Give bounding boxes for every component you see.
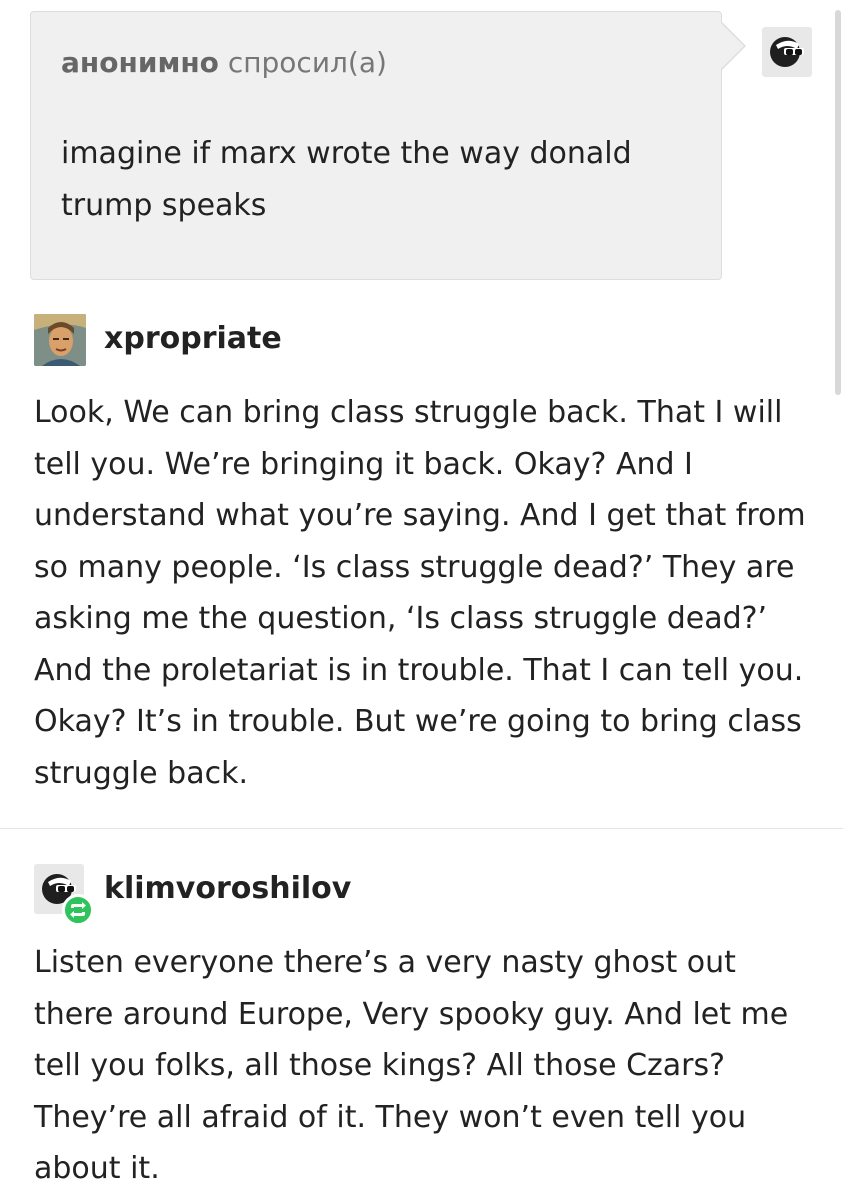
answerer-avatar[interactable] — [762, 27, 812, 77]
portrait-avatar — [34, 314, 86, 366]
post-body: Look, We can bring class struggle back. … — [34, 395, 806, 791]
post-body: Listen everyone there’s a very nasty gho… — [34, 945, 789, 1186]
post-username[interactable]: xpropriate — [104, 321, 282, 356]
reblog-icon — [70, 902, 86, 918]
sunglasses-face-icon — [770, 37, 804, 67]
ask-header: анонимно спросил(а) — [61, 46, 387, 79]
asker-name[interactable]: анонимно — [61, 46, 219, 79]
post-username[interactable]: klimvoroshilov — [104, 871, 351, 906]
ask-verb: спросил(а) — [227, 46, 387, 79]
post-divider — [0, 828, 843, 829]
reblog-badge — [62, 894, 94, 926]
ask-question: imagine if marx wrote the way donald tru… — [61, 136, 632, 223]
scrollbar[interactable] — [835, 10, 841, 395]
ask-bubble-pointer — [720, 22, 744, 70]
ask-bubble: анонимно спросил(а) imagine if marx wrot… — [30, 11, 722, 280]
xpropriate-avatar[interactable] — [34, 314, 86, 366]
